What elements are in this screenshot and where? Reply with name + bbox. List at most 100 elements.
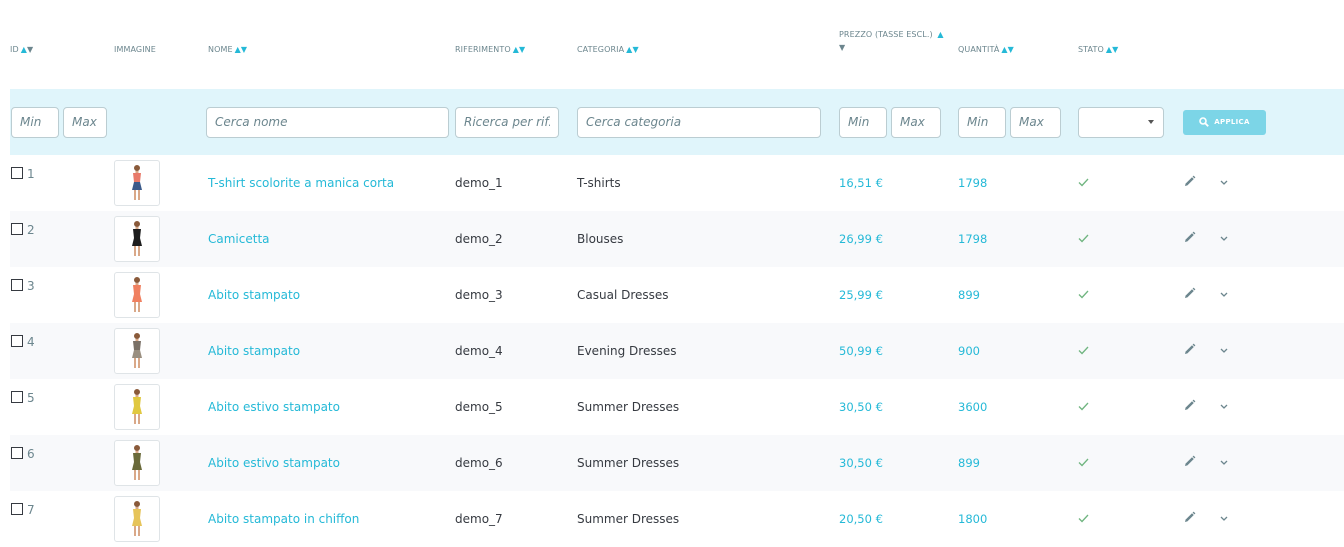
row-checkbox[interactable]	[11, 335, 23, 347]
sort-arrows-icon[interactable]: ▲▼	[513, 45, 526, 54]
pencil-icon[interactable]	[1183, 399, 1196, 415]
sort-arrows-icon[interactable]: ▲▼	[1106, 45, 1119, 54]
pencil-icon[interactable]	[1183, 511, 1196, 527]
product-reference: demo_5	[455, 400, 503, 414]
product-name-link[interactable]: Abito stampato	[208, 344, 300, 358]
product-quantity[interactable]: 3600	[958, 400, 987, 414]
table-row[interactable]: 5 Abito estivo stampato demo_5 Summer Dr…	[10, 379, 1344, 435]
product-price[interactable]: 30,50 €	[839, 456, 883, 470]
product-name-link[interactable]: Abito stampato	[208, 288, 300, 302]
pencil-icon[interactable]	[1183, 455, 1196, 471]
col-category[interactable]: CATEGORIA ▲▼	[569, 10, 831, 89]
product-quantity[interactable]: 1798	[958, 176, 987, 190]
sort-arrows-icon[interactable]: ▲▼	[626, 45, 639, 54]
product-name-link[interactable]: Abito estivo stampato	[208, 456, 340, 470]
row-checkbox[interactable]	[11, 447, 23, 459]
chevron-down-icon[interactable]	[1220, 346, 1228, 357]
category-search-input[interactable]	[577, 106, 821, 138]
product-quantity[interactable]: 1798	[958, 232, 987, 246]
product-thumbnail[interactable]	[114, 216, 160, 262]
product-price[interactable]: 20,50 €	[839, 512, 883, 526]
product-thumbnail[interactable]	[114, 440, 160, 486]
apply-filter-button[interactable]: APPLICA	[1183, 109, 1266, 135]
product-reference: demo_7	[455, 512, 503, 526]
product-thumbnail[interactable]	[114, 272, 160, 318]
sort-down-icon[interactable]: ▼	[839, 43, 845, 52]
product-price[interactable]: 25,99 €	[839, 288, 883, 302]
sort-arrows-icon[interactable]: ▲▼	[21, 45, 34, 54]
col-reference[interactable]: RIFERIMENTO ▲▼	[455, 10, 569, 89]
check-icon[interactable]	[1078, 512, 1089, 527]
reference-search-input[interactable]	[455, 106, 559, 138]
product-name-link[interactable]: Camicetta	[208, 232, 270, 246]
check-icon[interactable]	[1078, 232, 1089, 247]
product-name-link[interactable]: T-shirt scolorite a manica corta	[208, 176, 394, 190]
product-id: 6	[27, 447, 35, 461]
product-price[interactable]: 26,99 €	[839, 232, 883, 246]
product-thumbnail[interactable]	[114, 328, 160, 374]
table-row[interactable]: 6 Abito estivo stampato demo_6 Summer Dr…	[10, 435, 1344, 491]
chevron-down-icon[interactable]	[1220, 402, 1228, 413]
check-icon[interactable]	[1078, 176, 1089, 191]
chevron-down-icon[interactable]	[1220, 514, 1228, 525]
price-min-input[interactable]	[839, 106, 887, 138]
product-name-link[interactable]: Abito estivo stampato	[208, 400, 340, 414]
col-price[interactable]: PREZZO (TASSE ESCL.) ▲ ▼	[831, 10, 950, 89]
pencil-icon[interactable]	[1183, 287, 1196, 303]
row-checkbox[interactable]	[11, 223, 23, 235]
product-thumbnail[interactable]	[114, 496, 160, 542]
id-max-input[interactable]	[63, 106, 107, 138]
col-name[interactable]: NOME ▲▼	[196, 10, 455, 89]
chevron-down-icon[interactable]	[1220, 234, 1228, 245]
product-id: 4	[27, 335, 35, 349]
check-icon[interactable]	[1078, 344, 1089, 359]
pencil-icon[interactable]	[1183, 231, 1196, 247]
product-category: T-shirts	[577, 176, 621, 190]
product-price[interactable]: 16,51 €	[839, 176, 883, 190]
pencil-icon[interactable]	[1183, 175, 1196, 191]
table-row[interactable]: 7 Abito stampato in chiffon demo_7 Summe…	[10, 491, 1344, 547]
chevron-down-icon[interactable]	[1220, 178, 1228, 189]
product-name-link[interactable]: Abito stampato in chiffon	[208, 512, 359, 526]
id-min-input[interactable]	[11, 106, 59, 138]
check-icon[interactable]	[1078, 456, 1089, 471]
table-row[interactable]: 1 T-shirt scolorite a manica corta demo_…	[10, 155, 1344, 211]
price-max-input[interactable]	[891, 106, 941, 138]
product-category: Casual Dresses	[577, 288, 669, 302]
product-category: Summer Dresses	[577, 400, 680, 414]
product-quantity[interactable]: 899	[958, 288, 980, 302]
product-image	[132, 277, 142, 312]
qty-max-input[interactable]	[1010, 106, 1061, 138]
product-image	[132, 389, 142, 424]
row-checkbox[interactable]	[11, 391, 23, 403]
product-price[interactable]: 50,99 €	[839, 344, 883, 358]
row-checkbox[interactable]	[11, 279, 23, 291]
qty-min-input[interactable]	[958, 106, 1006, 138]
table-row[interactable]: 3 Abito stampato demo_3 Casual Dresses 2…	[10, 267, 1344, 323]
product-thumbnail[interactable]	[114, 384, 160, 430]
product-reference: demo_4	[455, 344, 503, 358]
sort-up-icon[interactable]: ▲	[937, 30, 943, 39]
pencil-icon[interactable]	[1183, 343, 1196, 359]
col-id[interactable]: ID ▲▼	[10, 10, 114, 89]
col-quantity[interactable]: QUANTITÀ ▲▼	[950, 10, 1070, 89]
check-icon[interactable]	[1078, 288, 1089, 303]
chevron-down-icon[interactable]	[1220, 290, 1228, 301]
table-row[interactable]: 4 Abito stampato demo_4 Evening Dresses …	[10, 323, 1344, 379]
sort-arrows-icon[interactable]: ▲▼	[1001, 45, 1014, 54]
sort-arrows-icon[interactable]: ▲▼	[235, 45, 248, 54]
table-row[interactable]: 2 Camicetta demo_2 Blouses 26,99 € 1798	[10, 211, 1344, 267]
name-search-input[interactable]	[206, 106, 449, 138]
product-quantity[interactable]: 1800	[958, 512, 987, 526]
col-status[interactable]: STATO ▲▼	[1070, 10, 1167, 89]
product-quantity[interactable]: 899	[958, 456, 980, 470]
product-quantity[interactable]: 900	[958, 344, 980, 358]
status-select[interactable]	[1078, 106, 1164, 138]
product-thumbnail[interactable]	[114, 160, 160, 206]
row-checkbox[interactable]	[11, 167, 23, 179]
chevron-down-icon[interactable]	[1220, 458, 1228, 469]
image-filter-empty	[114, 89, 196, 155]
check-icon[interactable]	[1078, 400, 1089, 415]
product-price[interactable]: 30,50 €	[839, 400, 883, 414]
row-checkbox[interactable]	[11, 503, 23, 515]
